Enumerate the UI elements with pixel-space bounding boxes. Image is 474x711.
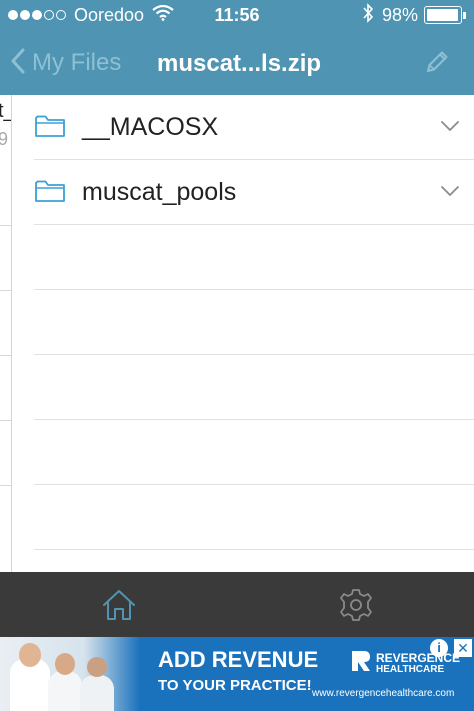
- tab-bar: [0, 572, 474, 637]
- divider: [0, 355, 11, 356]
- divider: [34, 484, 474, 485]
- divider: [0, 290, 11, 291]
- divider: [0, 485, 11, 486]
- ad-url: www.revergencehealthcare.com: [312, 688, 455, 699]
- pencil-icon: [424, 51, 450, 79]
- ad-subheadline: TO YOUR PRACTICE!: [158, 677, 312, 694]
- battery-fill: [427, 9, 459, 21]
- background-panel-subtext: 9: [0, 129, 8, 150]
- battery-percent: 98%: [381, 4, 418, 25]
- list-item[interactable]: muscat_pools: [12, 160, 474, 224]
- divider: [34, 419, 474, 420]
- file-name: muscat_pools: [82, 178, 237, 206]
- page-title: muscat...ls.zip: [157, 50, 322, 77]
- chevron-left-icon: [10, 47, 26, 80]
- bluetooth-icon: [362, 2, 374, 28]
- background-panel: t_ 9: [0, 95, 12, 572]
- folder-icon: [34, 178, 66, 209]
- divider: [0, 225, 11, 226]
- navigation-bar: My Files muscat...ls.zip: [0, 31, 474, 95]
- chevron-down-icon[interactable]: [440, 184, 460, 202]
- edit-button[interactable]: [424, 49, 450, 80]
- status-bar: Ooredoo 11:56 98%: [0, 0, 474, 31]
- divider: [34, 354, 474, 355]
- ad-brand-name: REVERGENCE: [376, 650, 461, 665]
- gear-icon: [338, 589, 374, 626]
- divider: [0, 420, 11, 421]
- tab-home[interactable]: [101, 588, 137, 622]
- file-list: __MACOSX muscat_pools: [12, 95, 474, 572]
- file-name: __MACOSX: [82, 113, 219, 141]
- ad-image: [0, 637, 140, 711]
- ad-brand-name-2: HEALTHCARE: [376, 663, 445, 675]
- ad-close-button[interactable]: ✕: [454, 639, 472, 657]
- battery-nub: [463, 11, 466, 19]
- list-item[interactable]: __MACOSX: [12, 95, 474, 159]
- brand-logo-icon: [350, 649, 372, 678]
- divider: [34, 289, 474, 290]
- home-icon: [101, 590, 137, 626]
- ad-headline: ADD REVENUE: [158, 647, 319, 672]
- back-button-label: My Files: [32, 49, 122, 76]
- background-panel-text: t_: [0, 100, 11, 123]
- status-right: 98%: [362, 2, 466, 28]
- folder-icon: [34, 113, 66, 144]
- ad-info-button[interactable]: i: [430, 639, 448, 657]
- ad-banner[interactable]: ADD REVENUE TO YOUR PRACTICE! REVERGENCE…: [0, 637, 474, 711]
- tab-settings[interactable]: [338, 588, 374, 622]
- divider: [34, 224, 474, 225]
- divider: [34, 549, 474, 550]
- chevron-down-icon[interactable]: [440, 119, 460, 137]
- back-button[interactable]: My Files: [10, 45, 121, 81]
- battery-icon: [424, 6, 462, 24]
